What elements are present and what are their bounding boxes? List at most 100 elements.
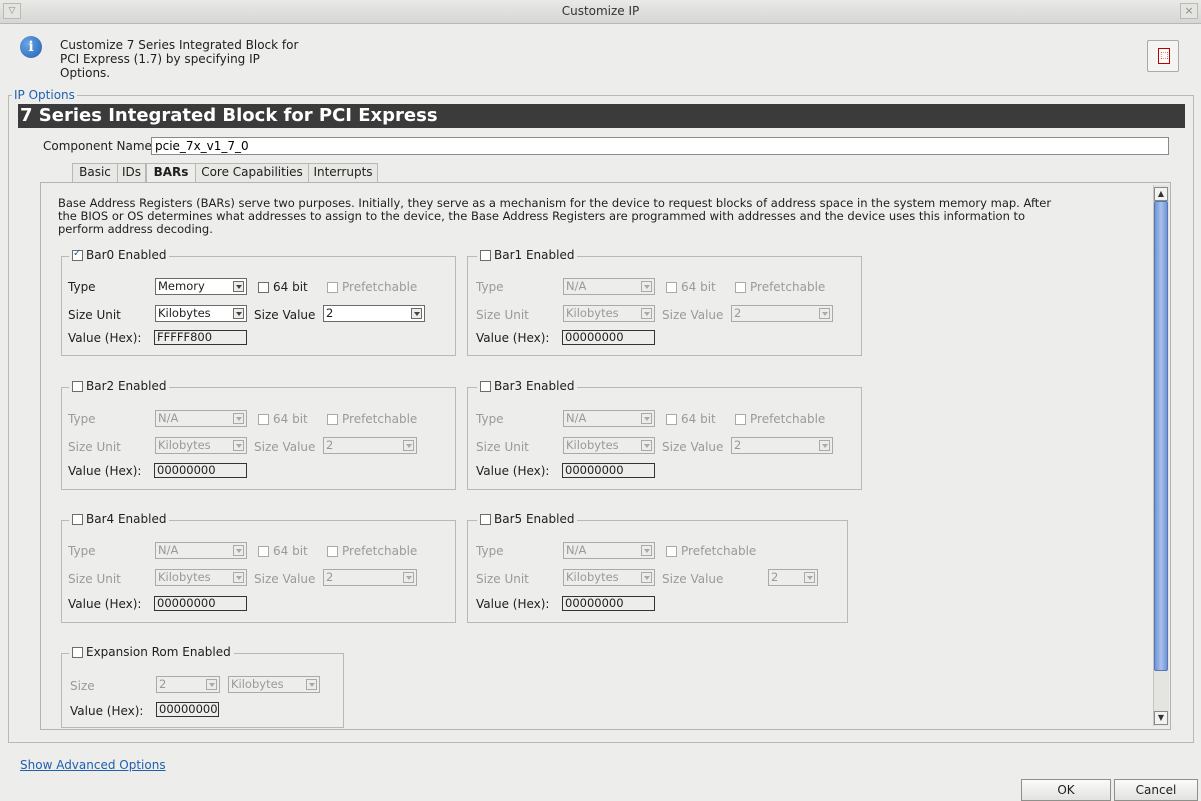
expansion-rom-legend: Expansion Rom Enabled [69, 645, 234, 659]
bar3-type-select[interactable]: N/A [563, 410, 655, 427]
bar0-64bit-checkbox[interactable] [258, 281, 269, 293]
tab-ids[interactable]: IDs [117, 163, 146, 182]
bar2-size-unit-select[interactable]: Kilobytes [155, 437, 247, 454]
expansion-rom-value-hex-field: 00000000 [156, 702, 219, 717]
scroll-thumb[interactable] [1154, 201, 1168, 671]
bar1-size-unit-label: Size Unit [476, 308, 529, 322]
bar5-enabled-checkbox[interactable] [480, 513, 491, 525]
bar3-64bit[interactable]: 64 bit [666, 412, 716, 426]
bar3-enabled-checkbox[interactable] [480, 380, 491, 392]
show-advanced-options-link[interactable]: Show Advanced Options [20, 758, 166, 772]
bar4-enabled-checkbox[interactable] [72, 513, 83, 525]
bar5-value-hex-field: 00000000 [562, 596, 655, 611]
bar1-size-unit-select[interactable]: Kilobytes [563, 305, 655, 322]
expansion-rom-size-select[interactable]: 2 [156, 676, 220, 693]
bar2-64bit-checkbox[interactable] [258, 413, 269, 425]
bar0-type-label: Type [68, 280, 96, 294]
bar1-size-value-select[interactable]: 2 [731, 305, 833, 322]
chevron-down-icon [641, 308, 652, 319]
bar5-prefetchable[interactable]: Prefetchable [666, 544, 756, 558]
bar0-size-unit-select[interactable]: Kilobytes [155, 305, 247, 322]
bar3-size-value-label: Size Value [662, 440, 724, 454]
chevron-down-icon [641, 281, 652, 292]
scroll-down-button[interactable]: ▼ [1154, 711, 1168, 725]
bar1-64bit-checkbox[interactable] [666, 281, 677, 293]
bar2-size-unit-label: Size Unit [68, 440, 121, 454]
bar4-64bit-checkbox[interactable] [258, 545, 269, 557]
chevron-down-icon [819, 308, 830, 319]
scroll-up-button[interactable]: ▲ [1154, 187, 1168, 201]
bar5-prefetchable-checkbox[interactable] [666, 545, 677, 557]
bar3-prefetchable-checkbox[interactable] [735, 413, 746, 425]
chevron-down-icon [233, 572, 244, 583]
bar3-size-unit-select[interactable]: Kilobytes [563, 437, 655, 454]
header-description: Customize 7 Series Integrated Block for … [60, 38, 299, 80]
bar1-64bit[interactable]: 64 bit [666, 280, 716, 294]
close-button[interactable]: × [1180, 3, 1198, 19]
bar1-enabled-label: Bar1 Enabled [494, 248, 575, 262]
bar1-prefetchable[interactable]: Prefetchable [735, 280, 825, 294]
tab-bars[interactable]: BARs [146, 163, 196, 182]
bar4-size-value-label: Size Value [254, 572, 316, 586]
bar3-prefetchable[interactable]: Prefetchable [735, 412, 825, 426]
bar5-size-value-select[interactable]: 2 [768, 569, 818, 586]
bar2-legend: Bar2 Enabled [69, 379, 170, 393]
bar3-size-value-select[interactable]: 2 [731, 437, 833, 454]
bar1-enabled-checkbox[interactable] [480, 249, 491, 261]
bar2-64bit[interactable]: 64 bit [258, 412, 308, 426]
bar5-type-select[interactable]: N/A [563, 542, 655, 559]
bar4-size-value-select[interactable]: 2 [323, 569, 417, 586]
cancel-button[interactable]: Cancel [1114, 779, 1198, 801]
bar1-value-hex-label: Value (Hex): [476, 331, 550, 345]
bars-description: Base Address Registers (BARs) serve two … [58, 196, 1052, 236]
bar4-size-unit-select[interactable]: Kilobytes [155, 569, 247, 586]
bar2-prefetchable[interactable]: Prefetchable [327, 412, 417, 426]
bar3-enabled-label: Bar3 Enabled [494, 379, 575, 393]
ip-options-legend: IP Options [12, 88, 77, 102]
chevron-down-icon [233, 440, 244, 451]
bar0-enabled-checkbox[interactable] [72, 248, 83, 261]
bar0-size-value-select[interactable]: 2 [323, 305, 425, 322]
bar2-prefetchable-checkbox[interactable] [327, 413, 338, 425]
chevron-down-icon [206, 679, 217, 690]
bar1-size-value-label: Size Value [662, 308, 724, 322]
tab-core-capabilities[interactable]: Core Capabilities [195, 163, 309, 182]
bar3-size-unit-label: Size Unit [476, 440, 529, 454]
title-bar: ▽ Customize IP × [0, 0, 1201, 24]
bar3-64bit-checkbox[interactable] [666, 413, 677, 425]
bar2-size-value-label: Size Value [254, 440, 316, 454]
expansion-rom-unit-select[interactable]: Kilobytes [228, 676, 320, 693]
bar4-64bit[interactable]: 64 bit [258, 544, 308, 558]
ok-button[interactable]: OK [1021, 779, 1111, 801]
bar0-64bit[interactable]: 64 bit [258, 280, 308, 294]
window-title: Customize IP [561, 4, 640, 18]
chevron-down-icon [804, 572, 815, 583]
tab-basic[interactable]: Basic [72, 163, 118, 182]
bar2-type-select[interactable]: N/A [155, 410, 247, 427]
tab-interrupts[interactable]: Interrupts [308, 163, 378, 182]
chevron-down-icon [233, 545, 244, 556]
bar4-prefetchable-checkbox[interactable] [327, 545, 338, 557]
chevron-down-icon [641, 545, 652, 556]
bar5-size-unit-select[interactable]: Kilobytes [563, 569, 655, 586]
bar1-type-select[interactable]: N/A [563, 278, 655, 295]
documentation-button[interactable]: ⬚ [1147, 40, 1179, 72]
bar0-prefetchable-checkbox[interactable] [327, 281, 338, 293]
component-name-input[interactable] [151, 137, 1169, 155]
bar4-type-select[interactable]: N/A [155, 542, 247, 559]
bar2-size-value-select[interactable]: 2 [323, 437, 417, 454]
chevron-down-icon [233, 281, 244, 292]
chevron-down-icon [641, 572, 652, 583]
bar2-value-hex-label: Value (Hex): [68, 464, 142, 478]
chevron-down-icon: ▼ [1157, 713, 1165, 722]
bar0-size-unit-label: Size Unit [68, 308, 121, 322]
bar0-prefetchable[interactable]: Prefetchable [327, 280, 417, 294]
bar0-type-select[interactable]: Memory [155, 278, 247, 295]
component-name-label: Component Name [43, 139, 152, 153]
bar1-prefetchable-checkbox[interactable] [735, 281, 746, 293]
expansion-rom-enabled-checkbox[interactable] [72, 646, 83, 658]
bar2-enabled-checkbox[interactable] [72, 380, 83, 392]
bar4-prefetchable[interactable]: Prefetchable [327, 544, 417, 558]
chevron-down-icon [403, 572, 414, 583]
bar4-type-label: Type [68, 544, 96, 558]
